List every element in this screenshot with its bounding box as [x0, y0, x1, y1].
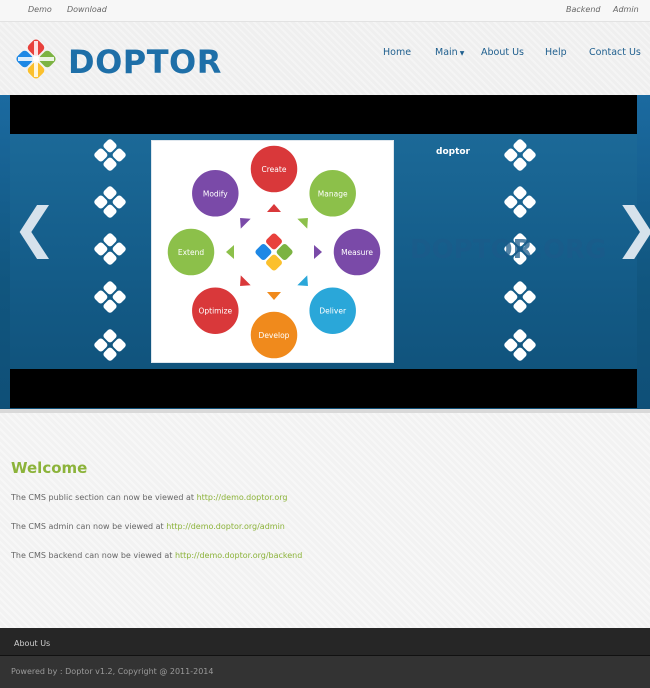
nav-item-help[interactable]: Help: [545, 47, 567, 58]
cms-cycle-diagram: Create Manage Measure Deliver Develop Optimiz…: [166, 144, 382, 360]
copyright-text: Powered by : Doptor v1.2, Copyright @ 20…: [11, 667, 214, 676]
slide-diagram: Create Manage Measure Deliver Develop Optimiz…: [151, 140, 394, 363]
cycle-arrow-icon: [240, 275, 251, 286]
cycle-arrow-icon: [314, 245, 322, 259]
backend-link[interactable]: http://demo.doptor.org/backend: [175, 551, 302, 560]
cycle-node-label: Measure: [341, 248, 373, 257]
slide-letterbox-bottom: [10, 369, 637, 408]
slider-next-arrow[interactable]: ❯: [614, 201, 650, 255]
logo-pattern-left: [93, 138, 127, 362]
cycle-arrow-icon: [226, 245, 234, 259]
info-line-backend: The CMS backend can now be viewed at htt…: [11, 551, 302, 560]
center-logo-icon: [255, 233, 293, 271]
info-text: The CMS public section can now be viewed…: [11, 493, 197, 502]
cycle-node-label: Develop: [259, 331, 290, 340]
cycle-node-label: Optimize: [198, 307, 232, 316]
topbar-link-backend[interactable]: Backend: [566, 5, 601, 14]
nav-item-about-us[interactable]: About Us: [481, 47, 524, 58]
cycle-node-label: Create: [262, 165, 287, 174]
nav-item-main[interactable]: Main ▼: [435, 47, 464, 58]
slide-caption: doptor: [436, 147, 470, 157]
admin-link[interactable]: http://demo.doptor.org/admin: [166, 522, 285, 531]
cycle-arrow-icon: [267, 292, 281, 300]
cycle-arrow-icon: [297, 275, 308, 286]
footer-nav: About Us: [0, 628, 650, 656]
slide-watermark: DOPTOR.ORG: [410, 235, 607, 265]
cycle-arrow-icon: [297, 218, 308, 229]
topbar-link-download[interactable]: Download: [67, 5, 107, 14]
info-text: The CMS backend can now be viewed at: [11, 551, 175, 560]
site-logo[interactable]: DOPTOR: [12, 35, 221, 85]
footer-link-about-us[interactable]: About Us: [14, 639, 50, 648]
topbar-link-admin[interactable]: Admin: [613, 5, 639, 14]
doptor-logo-icon: [16, 39, 56, 79]
chevron-down-icon: ▼: [459, 50, 465, 57]
cycle-node-label: Manage: [318, 189, 348, 198]
top-utility-bar: Demo Download Backend Admin: [0, 0, 650, 22]
slide-frame: doptor DOPTOR.ORG Create Manage Measure Del…: [10, 95, 637, 408]
nav-item-home[interactable]: Home: [383, 47, 411, 58]
slide-letterbox-top: [10, 95, 637, 134]
cycle-arrow-icon: [267, 204, 281, 212]
cycle-node-label: Deliver: [319, 307, 347, 316]
info-line-public: The CMS public section can now be viewed…: [11, 493, 287, 502]
footer-copyright-bar: Powered by : Doptor v1.2, Copyright @ 20…: [0, 656, 650, 688]
brand-name: DOPTOR: [68, 43, 222, 81]
nav-item-main-label: Main: [435, 47, 458, 58]
image-slider: doptor DOPTOR.ORG Create Manage Measure Del…: [0, 95, 650, 413]
cycle-node-label: Extend: [178, 248, 204, 257]
info-line-admin: The CMS admin can now be viewed at http:…: [11, 522, 285, 531]
info-text: The CMS admin can now be viewed at: [11, 522, 167, 531]
slider-prev-arrow[interactable]: ❮: [12, 201, 57, 255]
site-header: DOPTOR Home Main ▼ About Us Help Contact …: [0, 22, 650, 95]
topbar-link-demo[interactable]: Demo: [28, 5, 52, 14]
page-title: Welcome: [11, 459, 88, 477]
cycle-node-label: Modify: [203, 189, 228, 198]
main-content: Welcome The CMS public section can now b…: [0, 413, 650, 628]
cycle-arrow-icon: [240, 218, 251, 229]
public-site-link[interactable]: http://demo.doptor.org: [197, 493, 288, 502]
nav-item-contact-us[interactable]: Contact Us: [589, 47, 641, 58]
